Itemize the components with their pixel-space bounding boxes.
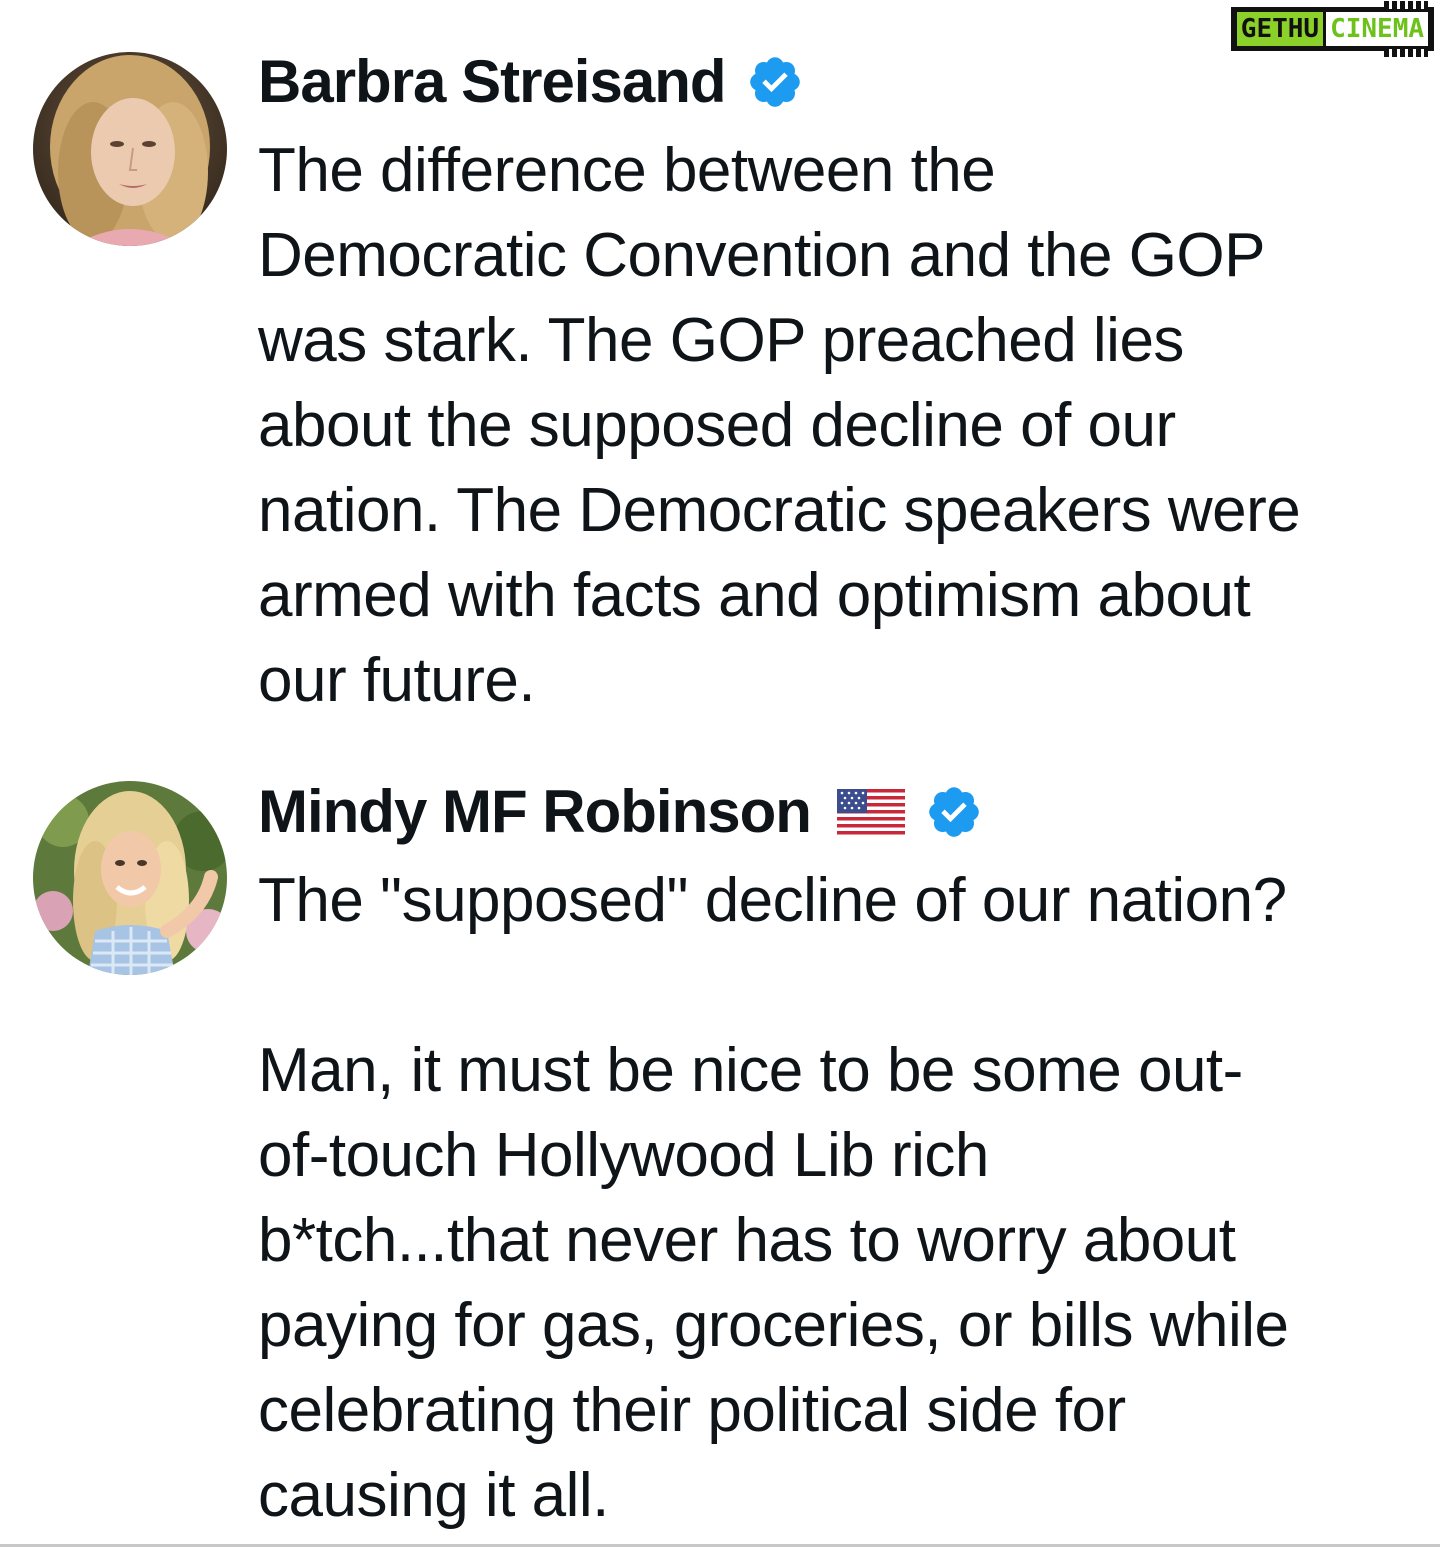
avatar[interactable] <box>33 781 227 975</box>
author-name[interactable]: Mindy MF Robinson <box>258 782 812 842</box>
tweet-2: Mindy MF Robinson The "supposed" decline… <box>0 0 1440 1547</box>
us-flag-icon <box>836 789 905 835</box>
avatar-image <box>33 781 227 975</box>
tweet-text: The "supposed" decline of our nation? Ma… <box>258 866 1289 1530</box>
verified-badge-icon[interactable] <box>925 783 983 841</box>
tweet-header: Mindy MF Robinson <box>258 782 983 842</box>
